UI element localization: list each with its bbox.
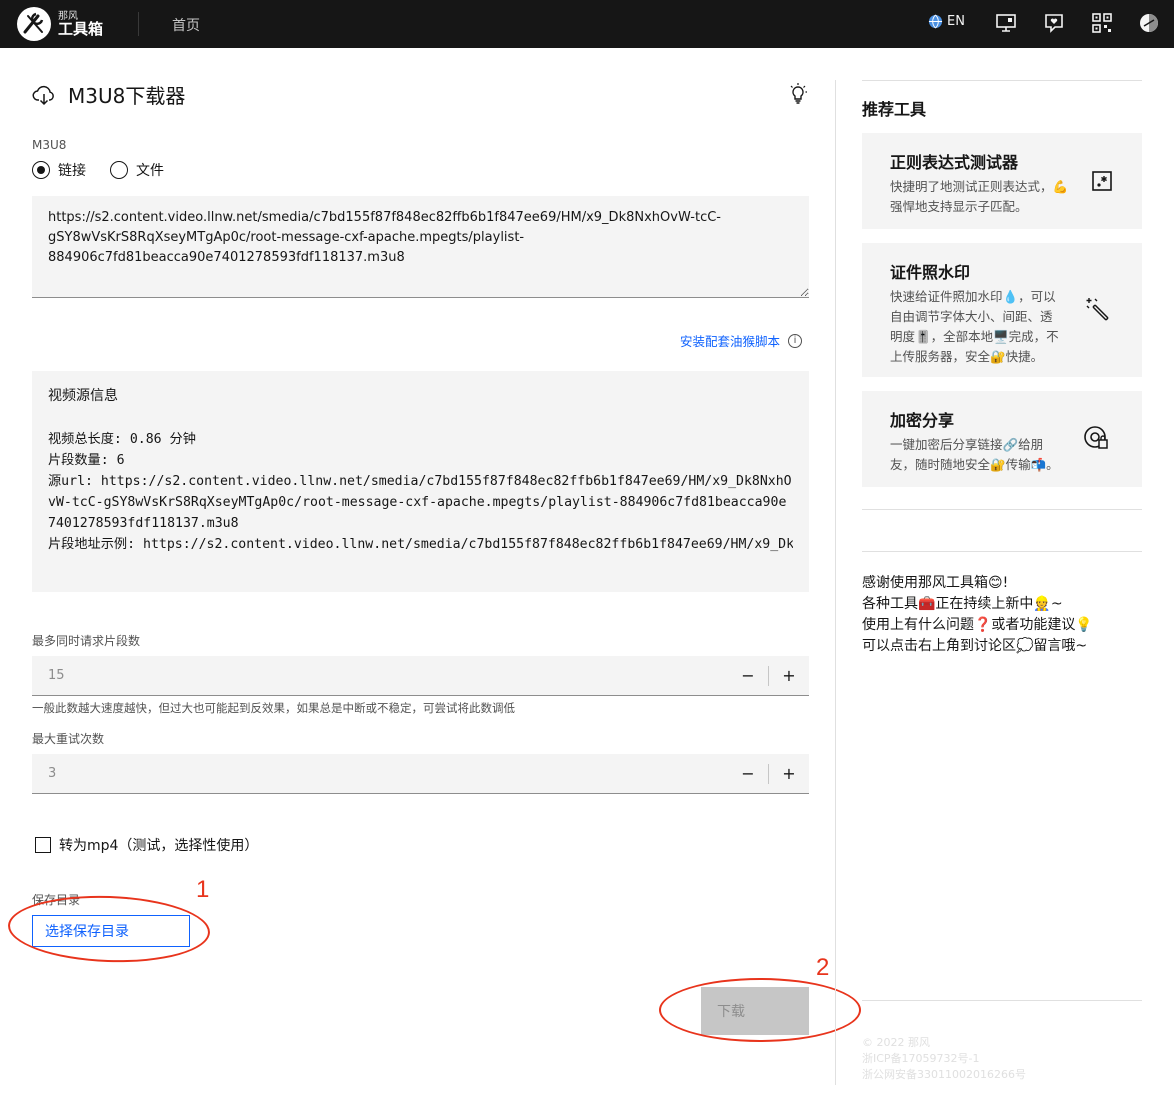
retry-value[interactable]: 3 [48,766,56,781]
m3u8-url-input[interactable]: https://s2.content.video.llnw.net/smedia… [32,196,809,298]
logo-icon[interactable] [16,6,52,42]
install-userscript[interactable]: 安装配套油猴脚本 i [680,331,803,350]
tool-card-regex-tester[interactable]: 正则表达式测试器 快捷明了地测试正则表达式，💪 强悍地支持显示子匹配。 [862,133,1142,229]
source-type-radio-group: 链接 文件 [32,160,164,180]
sidebar-rule [862,509,1142,510]
sidebar-divider [835,80,836,1085]
regex-icon [1092,171,1112,191]
concurrency-input[interactable]: 15 − + [32,656,809,696]
retry-increment-button[interactable]: + [777,762,801,786]
install-userscript-link[interactable]: 安装配套油猴脚本 [680,331,780,350]
retry-label: 最大重试次数 [32,732,105,746]
thanks-line: 感谢使用那风工具箱😊! [862,575,1009,591]
segment-url-example: 片段地址示例: https://s2.content.video.llnw.ne… [48,537,793,552]
thanks-line: 使用上有什么问题❓或者功能建议💡 [862,617,1093,633]
annotation-circle-1 [6,892,212,966]
radio-link[interactable]: 链接 [32,160,86,180]
secure-share-icon [1084,426,1108,449]
qr-code-icon[interactable] [1091,12,1113,34]
icp-record-link[interactable]: 浙ICP备17059732号-1 [862,1051,1026,1067]
annotation-number-2: 2 [816,954,830,981]
tool-card-description: 一键加密后分享链接🔗给朋 友，随时随地安全🔐传输📬。 [890,437,1059,472]
concurrency-label: 最多同时请求片段数 [32,634,141,648]
source-type-label: M3U8 [32,138,67,152]
recommended-tools-heading: 推荐工具 [862,100,927,119]
convert-mp4-checkbox[interactable] [35,837,51,853]
tool-card-encrypted-share[interactable]: 加密分享 一键加密后分享链接🔗给朋 友，随时随地安全🔐传输📬。 [862,391,1142,487]
stepper-divider [768,764,769,784]
concurrency-decrement-button[interactable]: − [736,664,760,688]
annotation-circle-2 [659,978,861,1042]
desktop-icon[interactable] [995,12,1017,34]
language-switch[interactable]: EN [928,14,965,29]
page-title: M3U8下载器 [68,84,186,108]
tool-card-title: 正则表达式测试器 [890,153,1019,172]
concurrency-helper-text: 一般此数越大速度越快，但过大也可能起到反效果，如果总是中断或不稳定，可尝试将此数… [32,701,515,715]
thanks-line: 可以点击右上角到讨论区💭留言哦~ [862,638,1088,654]
tool-card-description: 快捷明了地测试正则表达式，💪 强悍地支持显示子匹配。 [890,179,1069,214]
cloud-download-icon [32,85,54,105]
concurrency-value[interactable]: 15 [48,668,65,683]
radio-file-label: 文件 [136,163,164,179]
convert-mp4-label: 转为mp4（测试，选择性使用） [59,838,259,854]
retry-decrement-button[interactable]: − [736,762,760,786]
tool-card-title: 加密分享 [890,411,955,430]
sidebar-rule [862,551,1142,552]
annotation-number-1: 1 [196,876,210,903]
copyright: © 2022 那风 [862,1036,930,1049]
radio-link-label: 链接 [58,163,86,179]
tool-card-title: 证件照水印 [890,263,971,282]
thanks-message: 感谢使用那风工具箱😊! 各种工具🧰正在持续上新中👷~ 使用上有什么问题❓或者功能… [862,573,1093,657]
radio-link-circle[interactable] [32,161,50,179]
magic-wand-icon [1086,298,1109,321]
sidebar-rule [862,80,1142,81]
video-source-info: 视频源信息 视频总长度: 0.86 分钟 片段数量: 6 源url: https… [32,371,809,592]
footer: © 2022 那风 浙ICP备17059732号-1 浙公网安备33011002… [862,1035,1026,1083]
concurrency-increment-button[interactable]: + [777,664,801,688]
nav-home-link[interactable]: 首页 [172,15,200,35]
segment-count: 片段数量: 6 [48,453,125,468]
tool-card-description: 快速给证件照加水印💧，可以 自由调节字体大小、间距、透 明度🎚️，全部本地🖥️完… [890,289,1059,364]
radio-file-circle[interactable] [110,161,128,179]
convert-mp4-option[interactable]: 转为mp4（测试，选择性使用） [35,835,258,855]
chat-icon[interactable] [1043,12,1065,34]
tool-card-id-photo-watermark[interactable]: 证件照水印 快速给证件照加水印💧，可以 自由调节字体大小、间距、透 明度🎚️，全… [862,243,1142,377]
video-duration: 视频总长度: 0.86 分钟 [48,432,196,447]
sidebar-rule [862,1000,1142,1001]
radio-file[interactable]: 文件 [110,160,164,180]
globe-icon [928,14,943,29]
title-row: M3U8下载器 [32,80,185,109]
thanks-line: 各种工具🧰正在持续上新中👷~ [862,596,1063,612]
police-record-link[interactable]: 浙公网安备33011002016266号 [862,1067,1026,1083]
stepper-divider [768,666,769,686]
theme-toggle-icon[interactable] [1138,12,1160,34]
info-icon[interactable]: i [788,333,803,348]
retry-input[interactable]: 3 − + [32,754,809,794]
header-divider [138,12,139,36]
video-info-title: 视频源信息 [48,388,118,404]
top-bar: 那风 工具箱 首页 EN [0,0,1174,48]
brand-title[interactable]: 工具箱 [58,18,103,39]
source-url: 源url: https://s2.content.video.llnw.net/… [48,474,792,531]
idea-lightbulb-icon[interactable] [786,82,810,106]
language-label: EN [947,14,965,29]
